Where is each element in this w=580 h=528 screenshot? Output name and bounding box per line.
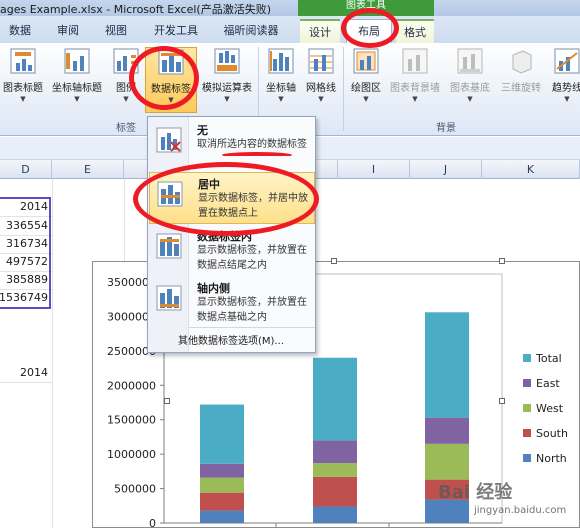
tab-format[interactable]: 格式 [396, 19, 434, 43]
chevron-down-icon: ▼ [467, 95, 473, 103]
title-bar: ages Example.xlsx - Microsoft Excel(产品激活… [0, 0, 580, 16]
watermark: Bai 经验 jingyan.baidu.com [438, 478, 580, 528]
tab-developer[interactable]: 开发工具 [146, 19, 206, 43]
annotation-circle-data-labels [129, 46, 199, 110]
chevron-down-icon: ▼ [278, 95, 284, 103]
column-header-j[interactable]: J [410, 160, 482, 179]
legend-label-total: Total [535, 352, 562, 365]
y-tick-label: 0 [149, 517, 156, 527]
resize-handle[interactable] [331, 258, 337, 264]
column-header-i[interactable]: I [338, 160, 410, 179]
column-header-e[interactable]: E [52, 160, 124, 179]
y-tick-label: 500000 [114, 483, 156, 496]
gridlines-icon [308, 48, 334, 74]
legend-swatch-north [523, 454, 531, 462]
inside-end-labels-icon [156, 233, 182, 259]
3d-rotation-icon [512, 50, 532, 74]
trendline-button[interactable]: 趋势线 ▼ [550, 47, 580, 113]
resize-handle[interactable] [499, 398, 505, 404]
bar-segment-west [313, 463, 357, 477]
tab-design[interactable]: 设计 [300, 19, 340, 43]
column-header-k[interactable]: K [482, 160, 580, 179]
y-tick-label: 2000000 [107, 379, 156, 392]
chevron-down-icon: ▼ [412, 95, 418, 103]
window-title: ages Example.xlsx - Microsoft Excel(产品激活… [0, 3, 271, 16]
data-table-icon [214, 48, 240, 74]
chart-title-icon [10, 48, 36, 74]
grid-line [52, 179, 53, 528]
trendline-icon [554, 48, 580, 74]
bar-segment-total [425, 312, 469, 418]
chevron-down-icon: ▼ [20, 95, 26, 103]
group-label-labels: 标签 [116, 123, 136, 134]
y-tick-label: 1000000 [107, 448, 156, 461]
cell[interactable]: 2014 [0, 364, 52, 383]
plot-area-icon [353, 48, 379, 74]
chevron-down-icon: ▼ [318, 95, 324, 103]
tab-view[interactable]: 视图 [96, 19, 136, 43]
tab-foxit-reader[interactable]: 福昕阅读器 [216, 19, 286, 43]
chevron-down-icon: ▼ [224, 95, 230, 103]
bar-segment-east [200, 463, 244, 478]
annotation-circle-center-option [133, 162, 319, 236]
resize-handle[interactable] [164, 398, 170, 404]
tab-data[interactable]: 数据 [0, 19, 40, 43]
ribbon-tabs: 数据 审阅 视图 开发工具 福昕阅读器 设计 布局 格式 [0, 16, 580, 43]
y-tick-label: 1500000 [107, 414, 156, 427]
3d-rotation-button[interactable]: 三维旋转 [497, 47, 545, 113]
menu-item-inside-base[interactable]: 轴内侧 显示数据标签，并放置在数据点基础之内 [149, 277, 315, 329]
axis-title-button[interactable]: 坐标轴标题 ▼ [48, 47, 106, 113]
chevron-down-icon: ▼ [74, 95, 80, 103]
bar-segment-total [313, 357, 357, 441]
legend-swatch-south [523, 429, 531, 437]
bar-segment-south [200, 492, 244, 511]
bar-segment-total [200, 404, 244, 464]
bar-segment-west [200, 477, 244, 493]
annotation-circle-layout-tab [341, 8, 399, 48]
legend-label-north: North [536, 452, 567, 465]
inside-base-labels-icon [156, 285, 182, 311]
chart-wall-button[interactable]: 图表背景墙 ▼ [388, 47, 442, 113]
legend-label-east: East [536, 377, 560, 390]
tab-review[interactable]: 审阅 [48, 19, 88, 43]
no-labels-icon [156, 127, 182, 153]
chart-floor-button[interactable]: 图表基底 ▼ [444, 47, 496, 113]
axes-icon [268, 48, 294, 74]
data-table-button[interactable]: 模拟运算表 ▼ [200, 47, 254, 113]
legend-label-south: South [536, 427, 568, 440]
chevron-down-icon: ▼ [363, 95, 369, 103]
menu-item-more-options[interactable]: 其他数据标签选项(M)... [178, 332, 284, 347]
chevron-down-icon: ▼ [564, 95, 570, 103]
bar-segment-north [313, 506, 357, 523]
plot-area-button[interactable]: 绘图区 ▼ [346, 47, 386, 113]
legend-swatch-west [523, 404, 531, 412]
axis-title-icon [64, 48, 90, 74]
axes-button[interactable]: 坐标轴 ▼ [262, 47, 300, 113]
bar-segment-north [200, 510, 244, 523]
legend-swatch-total [523, 354, 531, 362]
chart-wall-icon [402, 48, 428, 74]
chart-floor-icon [457, 48, 483, 74]
range-selection-outline [0, 197, 51, 309]
chart-title-button[interactable]: 图表标题 ▼ [0, 47, 46, 113]
annotation-underline [222, 152, 292, 158]
bar-segment-east [425, 417, 469, 444]
menu-separator [189, 327, 315, 328]
bar-segment-south [313, 476, 357, 507]
group-label-background: 背景 [436, 123, 456, 134]
watermark-brand: Bai 经验 [438, 482, 513, 503]
legend-swatch-east [523, 379, 531, 387]
column-header-d[interactable]: D [0, 160, 52, 179]
legend-label-west: West [536, 402, 564, 415]
resize-handle[interactable] [499, 258, 505, 264]
bar-segment-west [425, 443, 469, 480]
watermark-url: jingyan.baidu.com [474, 505, 567, 516]
gridlines-button[interactable]: 网格线 ▼ [302, 47, 340, 113]
bar-segment-east [313, 440, 357, 464]
group-separator [343, 47, 344, 131]
